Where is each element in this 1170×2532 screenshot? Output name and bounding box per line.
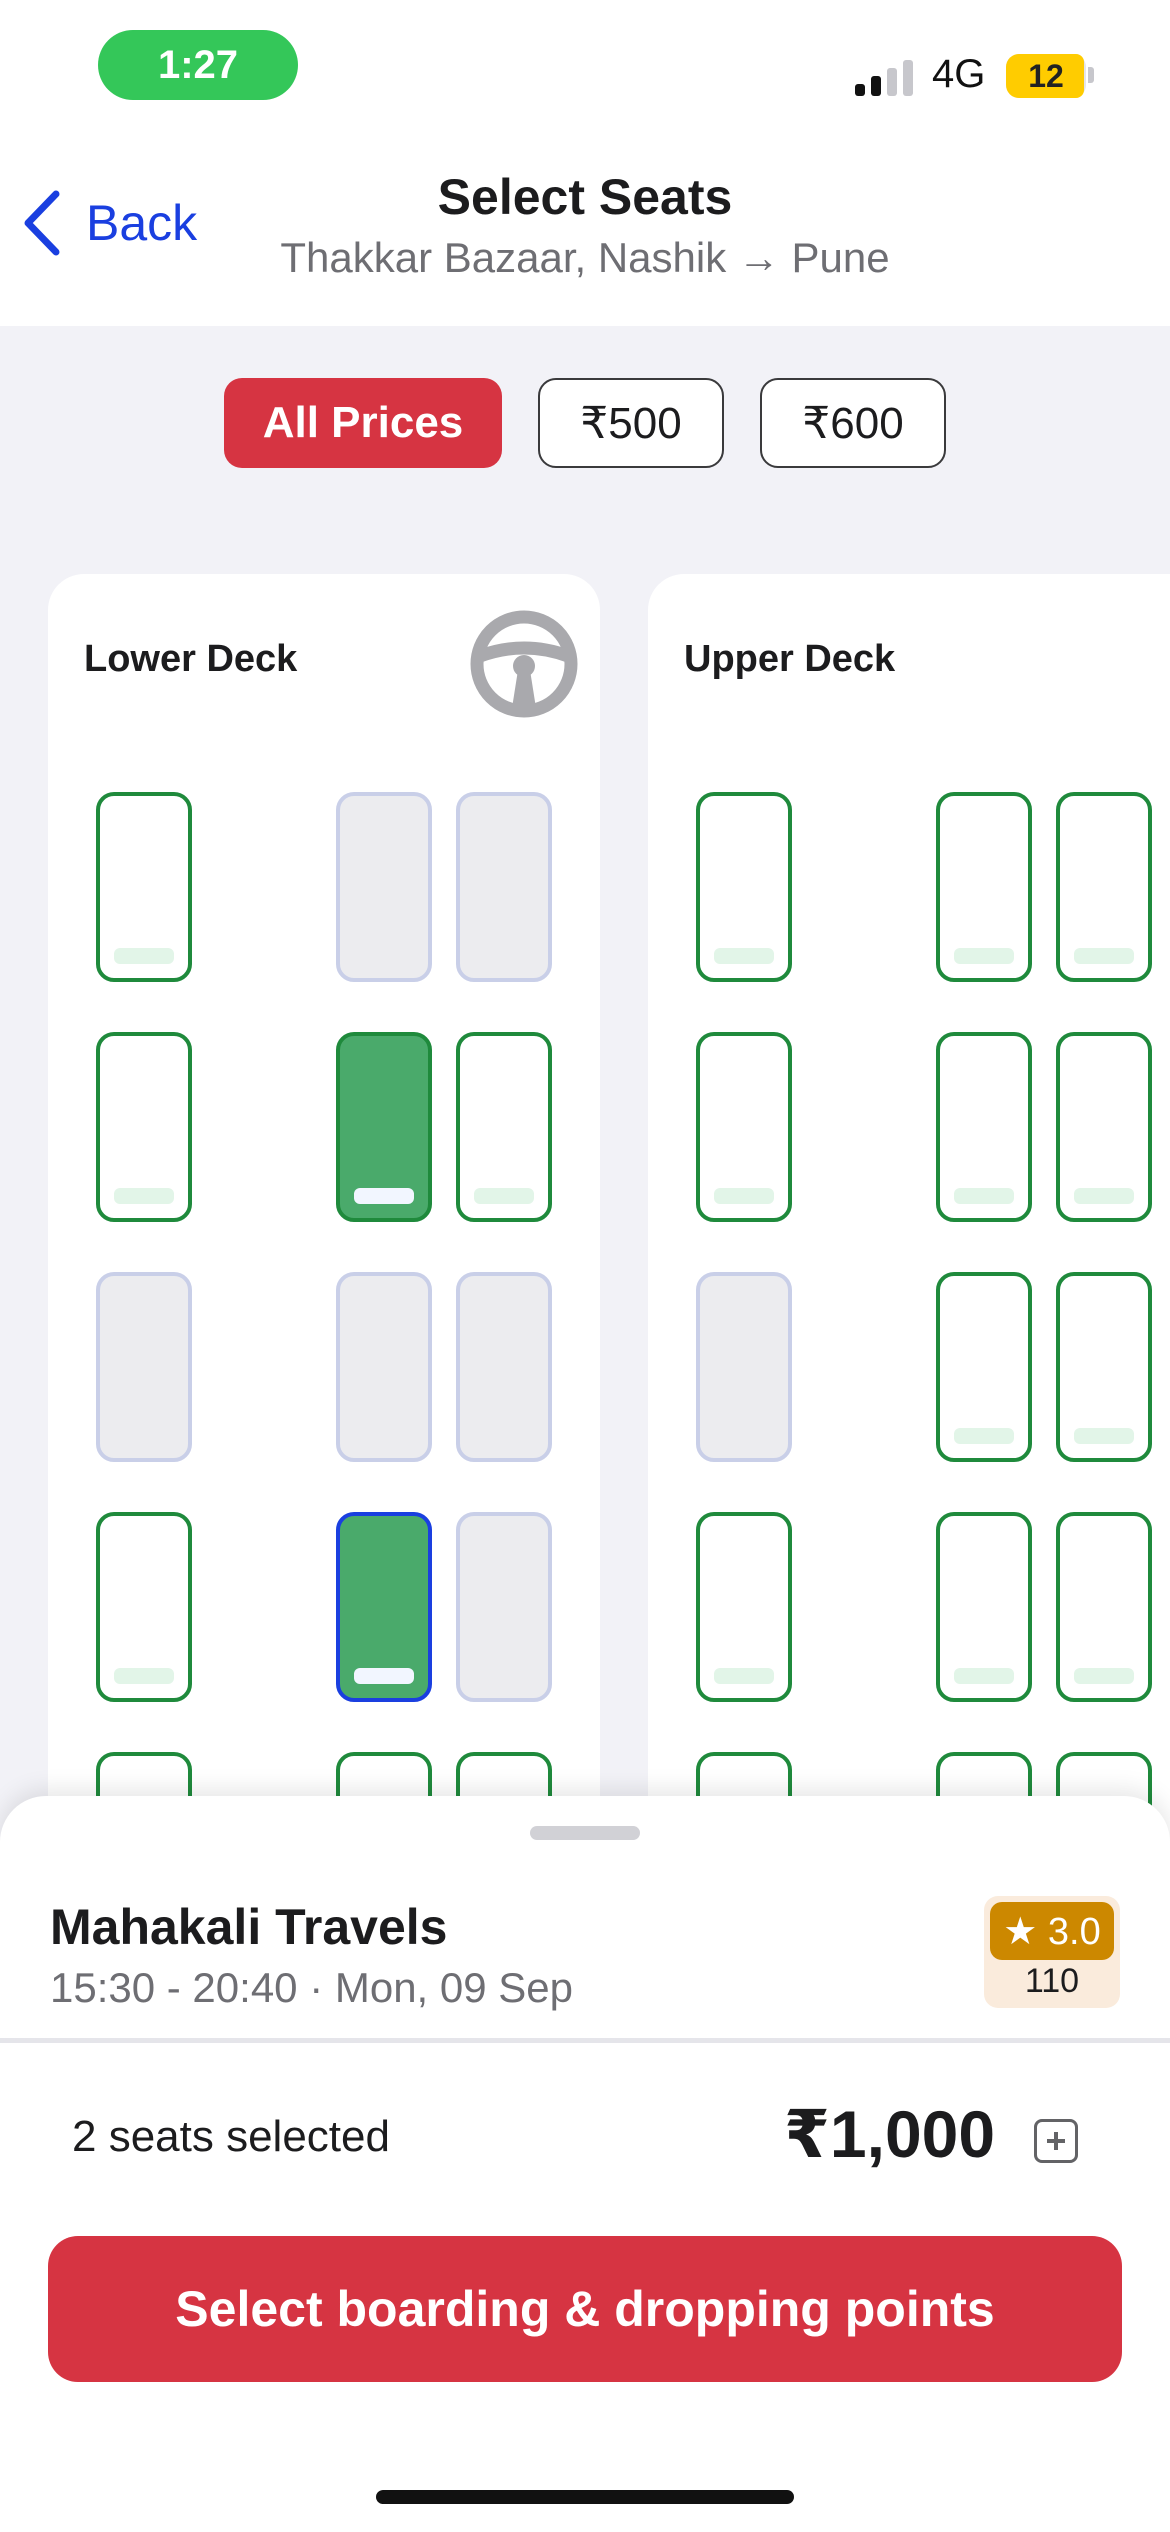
seats-selected-count: 2 seats selected [72, 2112, 390, 2161]
seat-upper-r2-c1[interactable] [696, 1032, 792, 1222]
rating-count: 110 [1024, 1962, 1080, 2000]
lower-deck-title: Lower Deck [84, 638, 298, 680]
battery-icon: 12 [1006, 54, 1086, 98]
seat-lower-r3-c3 [456, 1272, 552, 1462]
page-title: Select Seats [437, 169, 733, 225]
seat-pillow [954, 1428, 1014, 1444]
fare-details-plus-icon[interactable] [1034, 2119, 1078, 2163]
seat-lower-r1-c1[interactable] [96, 792, 192, 982]
seat-upper-r3-c3[interactable] [1056, 1272, 1152, 1462]
seat-lower-r4-c1[interactable] [96, 1512, 192, 1702]
total-fare: ₹1,000 [784, 2097, 996, 2171]
sheet-drag-handle[interactable] [530, 1826, 640, 1840]
seat-lower-r2-c2-selected[interactable] [336, 1032, 432, 1222]
cellular-signal-icon [855, 58, 915, 96]
seat-pillow [714, 1188, 774, 1204]
journey-timing: 15:30 - 20:40 · Mon, 09 Sep [50, 1964, 574, 2011]
seat-upper-r1-c2[interactable] [936, 792, 1032, 982]
seat-upper-r4-c3[interactable] [1056, 1512, 1152, 1702]
seat-pillow [954, 1668, 1014, 1684]
seat-lower-r1-c3 [456, 792, 552, 982]
seat-pillow [354, 1188, 414, 1204]
seat-upper-r4-c2[interactable] [936, 1512, 1032, 1702]
seat-pillow [1074, 1188, 1134, 1204]
seat-pillow [954, 948, 1014, 964]
seat-lower-r1-c2 [336, 792, 432, 982]
seat-pillow [714, 948, 774, 964]
battery-level: 12 [1028, 57, 1064, 94]
route-subtitle: Thakkar Bazaar, Nashik → Pune [280, 234, 890, 281]
network-type: 4G [932, 52, 986, 96]
seat-pillow [1074, 948, 1134, 964]
status-time: 1:27 [98, 30, 298, 100]
seat-lower-r2-c3[interactable] [456, 1032, 552, 1222]
filter-price-500[interactable]: ₹500 [538, 378, 724, 468]
seat-upper-r3-c1 [696, 1272, 792, 1462]
booking-summary-sheet: Mahakali Travels 15:30 - 20:40 · Mon, 09… [0, 1796, 1170, 2532]
seat-pillow [114, 948, 174, 964]
upper-deck: Upper Deck [648, 574, 1170, 1974]
seat-lower-r4-c2-selected[interactable] [336, 1512, 432, 1702]
lower-deck: Lower Deck [48, 574, 600, 1974]
operator-name: Mahakali Travels [50, 1899, 448, 1955]
seat-pillow [714, 1668, 774, 1684]
rating-badge[interactable]: ★ 3.0 110 [984, 1896, 1120, 2008]
steering-wheel-icon [470, 610, 578, 718]
seat-lower-r3-c2 [336, 1272, 432, 1462]
seat-upper-r2-c3[interactable] [1056, 1032, 1152, 1222]
seat-lower-r4-c3 [456, 1512, 552, 1702]
seat-upper-r4-c1[interactable] [696, 1512, 792, 1702]
filter-all-prices[interactable]: All Prices [224, 378, 502, 468]
select-boarding-points-button[interactable]: Select boarding & dropping points [48, 2236, 1122, 2382]
seat-lower-r2-c1[interactable] [96, 1032, 192, 1222]
seat-pillow [1074, 1428, 1134, 1444]
rating-score: ★ 3.0 [990, 1902, 1114, 1960]
seat-upper-r1-c1[interactable] [696, 792, 792, 982]
sheet-divider [0, 2038, 1170, 2043]
seat-pillow [1074, 1668, 1134, 1684]
seat-lower-r3-c1 [96, 1272, 192, 1462]
seat-upper-r2-c2[interactable] [936, 1032, 1032, 1222]
seat-upper-r3-c2[interactable] [936, 1272, 1032, 1462]
seat-pillow [114, 1668, 174, 1684]
home-indicator [376, 2490, 794, 2504]
seat-pillow [954, 1188, 1014, 1204]
upper-deck-title: Upper Deck [684, 638, 896, 680]
seat-pillow [474, 1188, 534, 1204]
filter-price-600[interactable]: ₹600 [760, 378, 946, 468]
seat-upper-r1-c3[interactable] [1056, 792, 1152, 982]
battery-tip [1088, 67, 1094, 83]
seat-pillow [354, 1668, 414, 1684]
seat-pillow [114, 1188, 174, 1204]
